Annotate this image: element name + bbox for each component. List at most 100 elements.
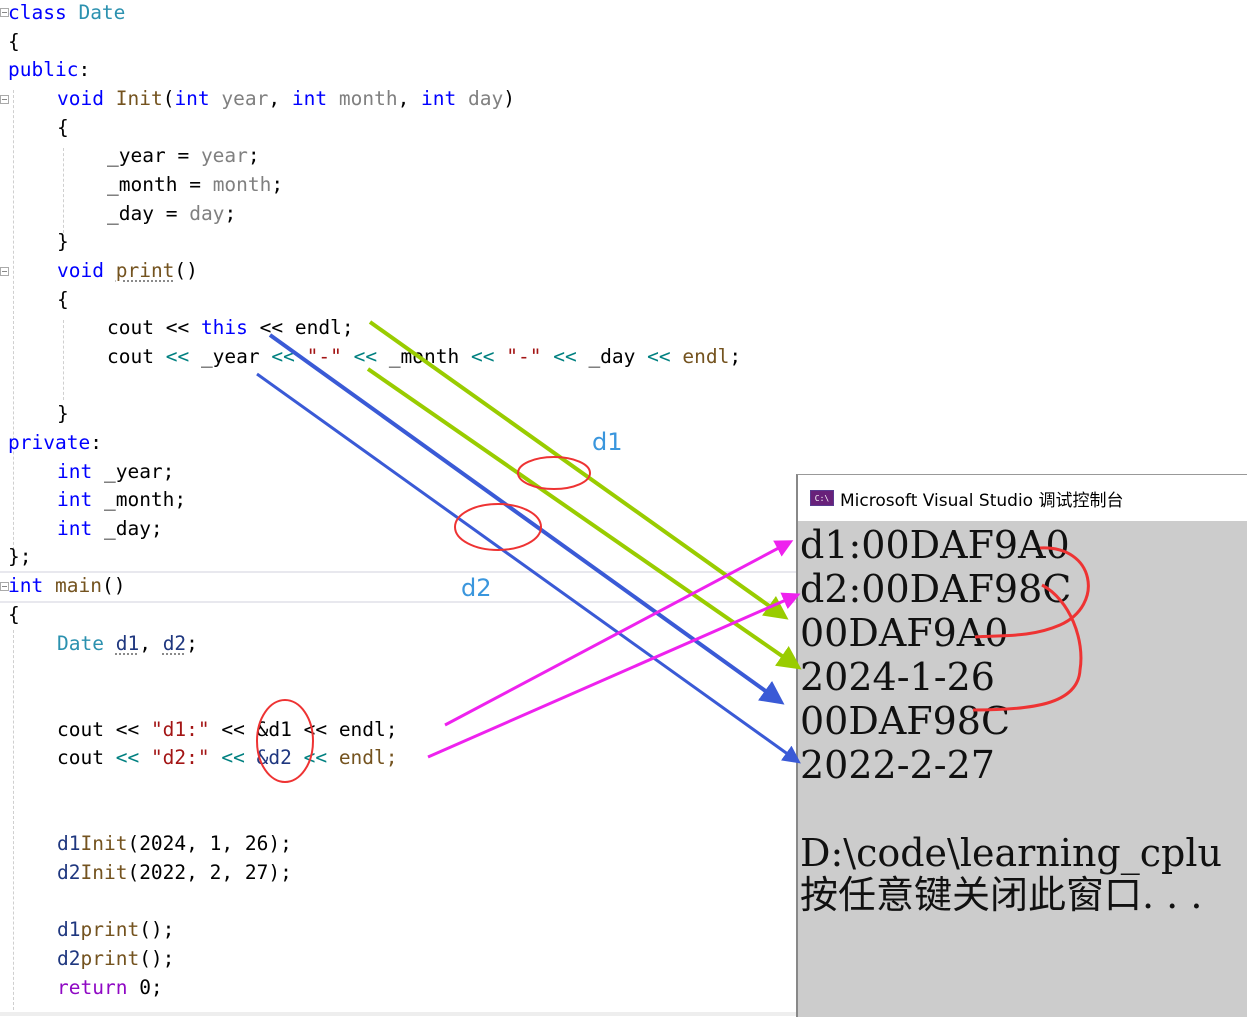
indent-guide [63,320,64,400]
console-output-line: D:\code\learning_cplu [800,831,1222,875]
code-line: return 0; [57,973,163,1002]
console-output-line: 2024-1-26 [800,655,995,699]
keyword: int [174,87,210,110]
code-line: void print() [57,256,198,285]
console-titlebar[interactable]: C:\ Microsoft Visual Studio 调试控制台 [798,475,1247,521]
console-app-icon: C:\ [810,490,834,506]
code-line: { [8,30,20,53]
punct: , [139,632,163,655]
indent-guide [13,90,14,560]
keyword: int [291,87,328,110]
keyword: public [8,58,79,81]
code-line: cout << _year << "-" << _month << "-" <<… [107,342,741,371]
function-name: Init [115,87,163,110]
args: (); [139,918,175,941]
punct: ) [503,87,516,110]
op: << [209,718,257,741]
punct: ; [271,173,284,196]
code-line: _year = year; [107,141,260,170]
function-name: print [115,259,175,282]
punct: ; [247,144,260,167]
punct: ; [186,632,198,655]
code-line: d2Init(2022, 2, 27); [57,858,292,887]
code-line: private: [8,428,102,457]
function-name: Init [80,832,128,855]
punct: : [78,58,91,81]
punct: () [101,574,126,597]
code-line: d1Init(2024, 1, 26); [57,829,292,858]
member: _month [107,173,178,196]
op: << [247,316,295,339]
op: << [341,345,389,368]
member: _year [200,345,260,368]
function-name: print [80,918,140,941]
args: (2024, 1, 26); [127,832,292,855]
op: << [209,746,257,769]
code-line: _day = day; [107,199,236,228]
code-line: d1print(); [57,915,174,944]
identifier: cout [107,316,154,339]
function-name: main [54,574,102,597]
identifier: endl [682,345,730,368]
op: << [103,746,151,769]
identifier: cout [107,345,154,368]
param: day [468,87,504,110]
code-line: int _day; [57,514,163,543]
console-output-line: 00DAF9A0 [800,611,1009,655]
member: _year; [92,460,175,483]
code-line: { [57,116,69,139]
identifier: cout [57,746,104,769]
code-line: int _month; [57,485,186,514]
code-line: void Init(int year, int month, int day) [57,84,515,113]
param: month [212,173,272,196]
op: << [291,746,339,769]
horizontal-scrollbar[interactable] [0,1012,800,1016]
identifier: endl; [338,746,398,769]
op: << [103,718,151,741]
punct: , [268,87,292,110]
code-line: _month = month; [107,170,283,199]
member: _day; [92,517,163,540]
param: year [200,144,248,167]
param: day [189,202,225,225]
function-name: Init [80,861,128,884]
keyword: void [57,259,104,282]
identifier: cout [57,718,104,741]
address-expr: &d2 [256,746,292,769]
args: (); [139,947,175,970]
punct: , [397,87,422,110]
keyword: class [8,1,67,24]
string: "-" [506,345,542,368]
param: month [338,87,398,110]
code-line: { [8,603,20,626]
op: << [459,345,507,368]
code-line: int _year; [57,457,174,486]
keyword: int [57,460,93,483]
fold-toggle-icon[interactable] [0,95,9,104]
type-name: Date [78,1,126,24]
code-line: } [57,402,69,425]
string: "d2:" [150,746,210,769]
identifier: endl; [338,718,398,741]
type-name: Date [57,632,104,655]
variable: d2 [57,947,81,970]
code-line: } [57,230,69,253]
args: (2022, 2, 27); [127,861,292,884]
member: _year [107,144,166,167]
annotation-label-d1: d1 [592,428,623,456]
keyword: int [8,574,44,597]
code-line: Date d1, d2; [57,629,198,658]
op: << [153,345,201,368]
code-line: public: [8,55,90,84]
variable: d1 [57,918,81,941]
op: << [291,718,339,741]
console-title: Microsoft Visual Studio 调试控制台 [840,490,1124,511]
keyword: this [200,316,248,339]
variable: d1 [115,632,140,655]
console-output-line: 按任意键关闭此窗口. . . [800,873,1203,917]
keyword: void [57,87,104,110]
address-expr: &d1 [256,718,292,741]
fold-toggle-icon[interactable] [0,267,9,276]
debug-console-window[interactable]: C:\ Microsoft Visual Studio 调试控制台 d1:00D… [796,474,1247,1017]
code-line: }; [8,545,32,568]
